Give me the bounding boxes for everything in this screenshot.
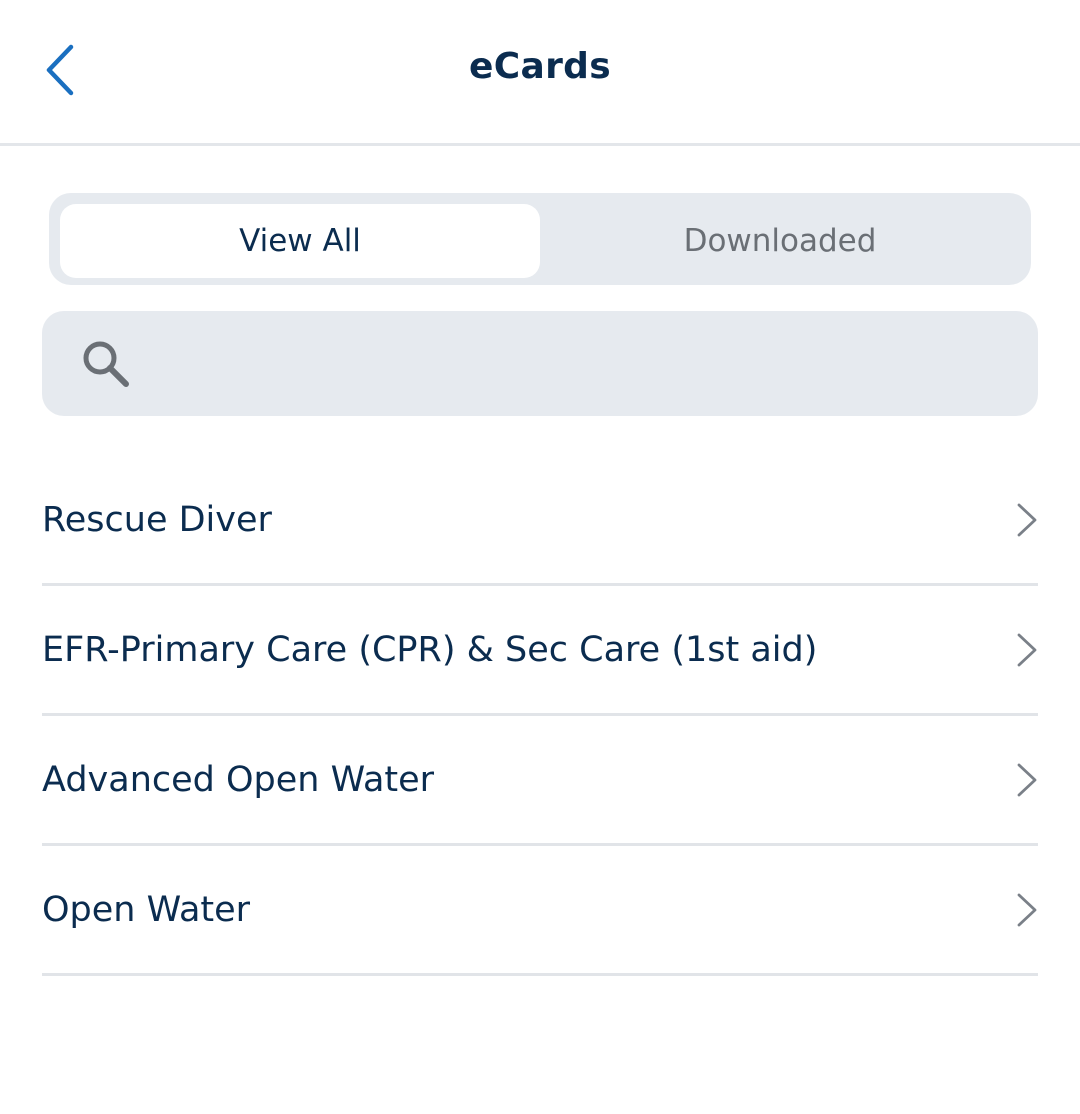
chevron-right-icon (1017, 633, 1037, 667)
list-item-rescue-diver[interactable]: Rescue Diver (42, 456, 1038, 586)
list-item-label: EFR-Primary Care (CPR) & Sec Care (1st a… (42, 629, 818, 670)
list-item-efr-primary-care[interactable]: EFR-Primary Care (CPR) & Sec Care (1st a… (42, 586, 1038, 716)
search-input[interactable] (152, 311, 1016, 418)
segmented-control: View All Downloaded (49, 193, 1031, 285)
list-item-advanced-open-water[interactable]: Advanced Open Water (42, 716, 1038, 846)
chevron-right-icon (1017, 503, 1037, 537)
list-item-open-water[interactable]: Open Water (42, 846, 1038, 976)
tab-view-all[interactable]: View All (60, 204, 540, 278)
chevron-right-icon (1017, 893, 1037, 927)
ecard-list: Rescue Diver EFR-Primary Care (CPR) & Se… (42, 456, 1038, 976)
list-item-label: Advanced Open Water (42, 759, 435, 800)
tab-downloaded[interactable]: Downloaded (540, 204, 1020, 278)
search-field[interactable] (42, 311, 1038, 418)
search-icon (83, 341, 129, 387)
list-item-label: Open Water (42, 889, 251, 930)
page-title: eCards (469, 46, 611, 87)
chevron-right-icon (1017, 763, 1037, 797)
list-item-label: Rescue Diver (42, 499, 272, 540)
top-bar: eCards (0, 0, 1080, 146)
